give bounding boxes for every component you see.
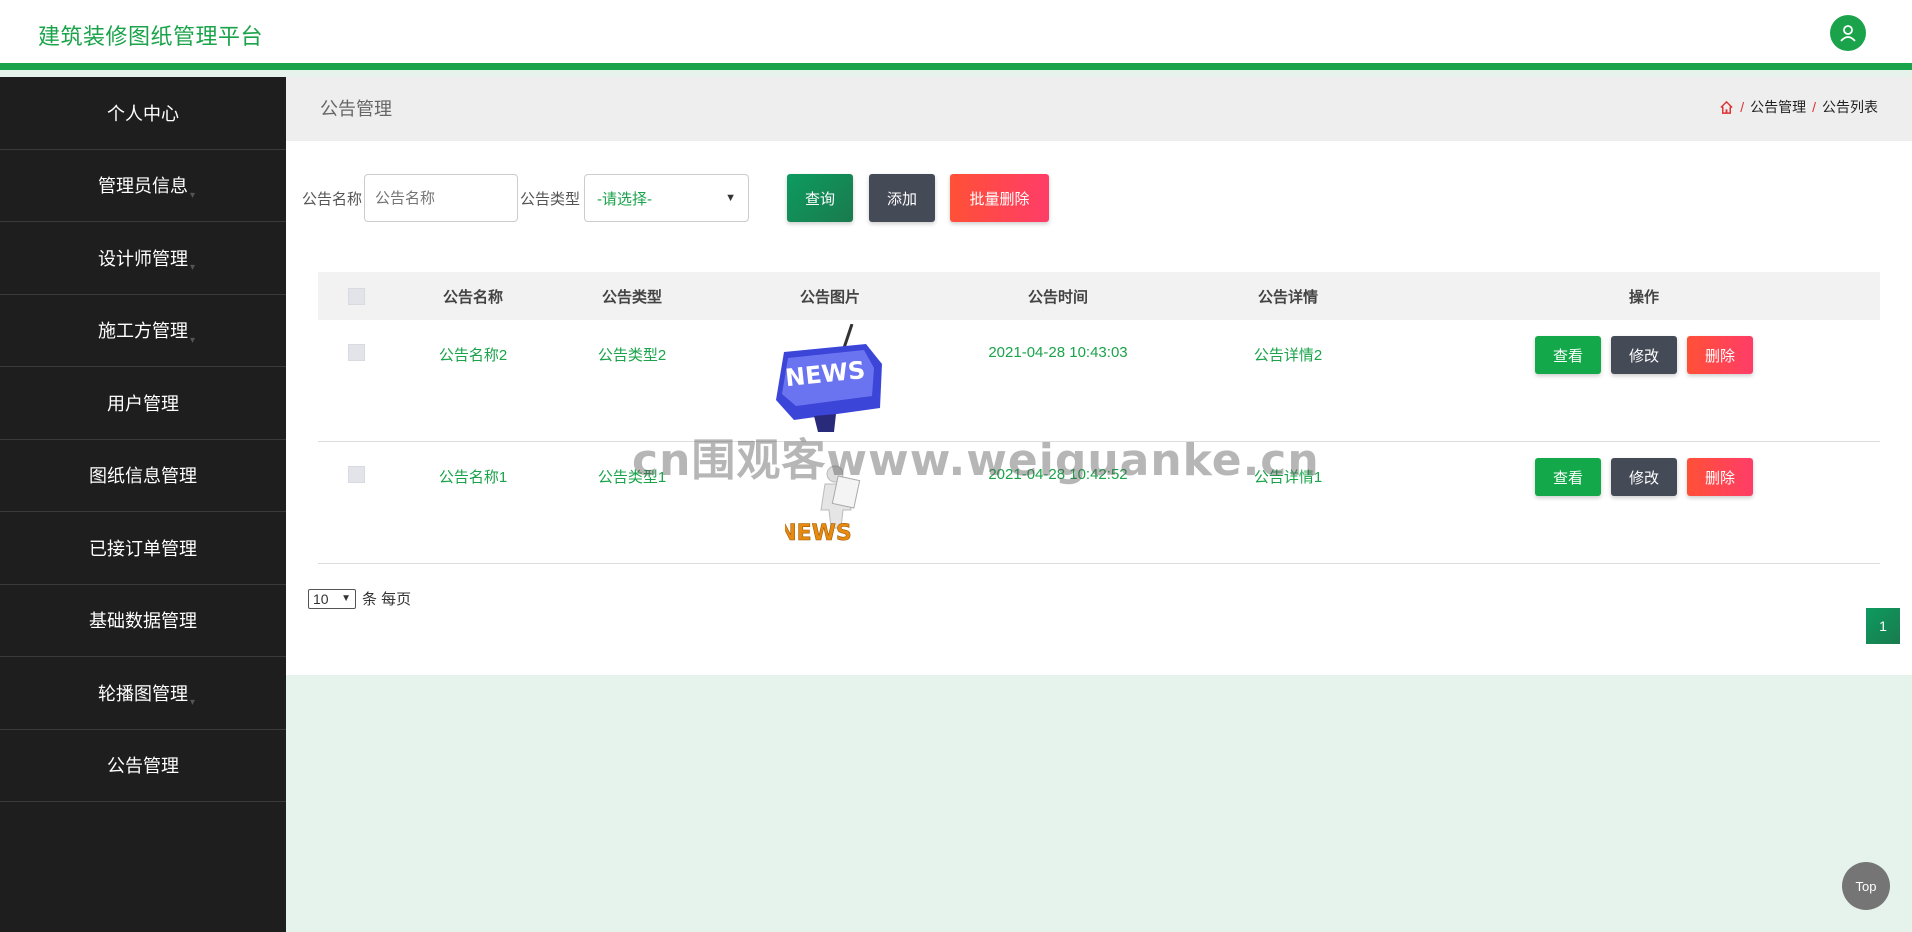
row-type: 公告类型2 [597, 347, 667, 364]
row-detail: 公告详情1 [1253, 469, 1323, 486]
row-time: 2021-04-28 10:43:03 [988, 344, 1128, 361]
batch-delete-button[interactable]: 批量删除 [950, 174, 1050, 222]
header-image: 公告图片 [799, 288, 860, 306]
title-bar: 公告管理 / 公告管理 / 公告列表 [286, 77, 1912, 141]
chevron-down-icon: ▼ [725, 192, 737, 204]
sidebar-item-base-data[interactable]: 基础数据管理 [0, 585, 286, 657]
row-image: NEWS [712, 442, 948, 544]
header-name: 公告名称 [442, 288, 503, 306]
sidebar-item-carousel[interactable]: 轮播图管理 ▾ [0, 657, 286, 730]
page-size-select[interactable]: 10 ▼ [308, 588, 356, 609]
sidebar-item-label: 轮播图管理 [98, 683, 188, 704]
sidebar-item-label: 公告管理 [107, 756, 179, 777]
sidebar-item-notices[interactable]: 公告管理 [0, 730, 286, 802]
breadcrumb-separator: / [1812, 99, 1816, 115]
view-button[interactable]: 查看 [1535, 458, 1601, 496]
breadcrumb-level2: 公告列表 [1822, 99, 1878, 115]
row-checkbox[interactable] [347, 344, 365, 361]
breadcrumb-level1[interactable]: 公告管理 [1750, 97, 1806, 117]
chevron-down-icon: ▼ [341, 593, 351, 604]
delete-button[interactable]: 删除 [1687, 458, 1753, 496]
sidebar-item-label: 施工方管理 [98, 321, 188, 342]
top-header: 建筑装修图纸管理平台 [0, 0, 1912, 70]
notice-type-label: 公告类型 [520, 190, 581, 208]
table-row: 公告名称1 公告类型1 NEWS 2021-04-28 10:42:52 公告详… [318, 442, 1880, 564]
notice-type-selected: -请选择- [597, 190, 653, 208]
sidebar-item-constructor[interactable]: 施工方管理 ▾ [0, 295, 286, 367]
breadcrumb-separator: / [1740, 99, 1745, 115]
news-image-text: NEWS [785, 521, 852, 544]
row-actions: 查看 修改 删除 [1408, 442, 1880, 496]
chevron-down-icon: ▾ [190, 262, 196, 273]
edit-button[interactable]: 修改 [1611, 458, 1677, 496]
row-actions: 查看 修改 删除 [1408, 320, 1880, 374]
user-avatar[interactable] [1830, 15, 1866, 51]
news-key-image: NEWS [776, 324, 882, 432]
sidebar-item-designer[interactable]: 设计师管理 ▾ [0, 222, 286, 295]
table-row: 公告名称2 公告类型2 NEWS 2021-04-28 10:43:03 公告详… [318, 320, 1880, 442]
add-button[interactable]: 添加 [869, 174, 936, 222]
page-number-1[interactable]: 1 [1866, 608, 1900, 644]
chevron-down-icon: ▾ [190, 334, 196, 346]
home-icon[interactable] [1719, 100, 1734, 115]
row-detail: 公告详情2 [1253, 347, 1323, 364]
row-image: NEWS [712, 320, 948, 432]
view-button[interactable]: 查看 [1535, 336, 1601, 374]
header-time: 公告时间 [1027, 288, 1088, 306]
sidebar-nav: 个人中心 管理员信息 ▾ 设计师管理 ▾ 施工方管理 ▾ 用户管理 图纸信息管理 已接… [0, 77, 286, 932]
search-bar: 公告名称 公告类型 -请选择- ▼ 查询 添加 批量删除 [302, 173, 1050, 223]
notice-name-label: 公告名称 [302, 190, 363, 208]
query-button[interactable]: 查询 [787, 174, 854, 222]
sidebar-item-label: 管理员信息 [98, 176, 188, 197]
sidebar-item-admin-info[interactable]: 管理员信息 ▾ [0, 150, 286, 222]
page-size-control: 10 ▼ 条 每页 [308, 588, 411, 609]
app-title: 建筑装修图纸管理平台 [38, 24, 264, 49]
row-name: 公告名称2 [438, 347, 508, 364]
row-type: 公告类型1 [597, 469, 667, 486]
per-page-text: 条 每页 [362, 591, 412, 608]
sidebar-item-label: 已接订单管理 [89, 538, 197, 559]
sidebar-item-drawings[interactable]: 图纸信息管理 [0, 440, 286, 512]
table-header: 公告名称 公告类型 公告图片 公告时间 公告详情 操作 [318, 272, 1880, 320]
page-title: 公告管理 [320, 99, 392, 119]
sidebar-item-label: 用户管理 [107, 393, 179, 414]
sidebar-item-label: 基础数据管理 [89, 611, 197, 632]
header-type: 公告类型 [601, 288, 662, 306]
row-name: 公告名称1 [438, 469, 508, 486]
breadcrumb: / 公告管理 / 公告列表 [1719, 97, 1878, 117]
sidebar-item-users[interactable]: 用户管理 [0, 367, 286, 440]
sidebar-item-label: 设计师管理 [98, 248, 188, 269]
select-all-checkbox[interactable] [347, 287, 365, 305]
chevron-down-icon: ▾ [190, 697, 196, 708]
header-detail: 公告详情 [1257, 288, 1318, 306]
chevron-down-icon: ▾ [190, 189, 196, 201]
user-icon [1840, 25, 1856, 42]
page-size-value: 10 [313, 590, 329, 607]
main-content: 公告管理 / 公告管理 / 公告列表 公告名称 公告类型 -请选择- ▼ 查询 … [286, 77, 1912, 675]
row-time: 2021-04-28 10:42:52 [988, 466, 1128, 483]
news-figure-image: NEWS [785, 465, 861, 544]
sidebar-item-personal-center[interactable]: 个人中心 [0, 77, 286, 150]
edit-button[interactable]: 修改 [1611, 336, 1677, 374]
back-to-top-button[interactable]: Top [1842, 862, 1890, 910]
notice-name-input[interactable] [364, 174, 519, 222]
sidebar-item-orders[interactable]: 已接订单管理 [0, 512, 286, 585]
delete-button[interactable]: 删除 [1687, 336, 1753, 374]
header-ops: 操作 [1628, 288, 1659, 306]
row-checkbox[interactable] [347, 466, 365, 483]
sidebar-item-label: 图纸信息管理 [89, 466, 197, 487]
notice-type-select[interactable]: -请选择- ▼ [584, 174, 750, 222]
notice-table: 公告名称 公告类型 公告图片 公告时间 公告详情 操作 公告名称2 公告类型2 … [318, 272, 1880, 564]
sidebar-item-label: 个人中心 [107, 103, 179, 124]
